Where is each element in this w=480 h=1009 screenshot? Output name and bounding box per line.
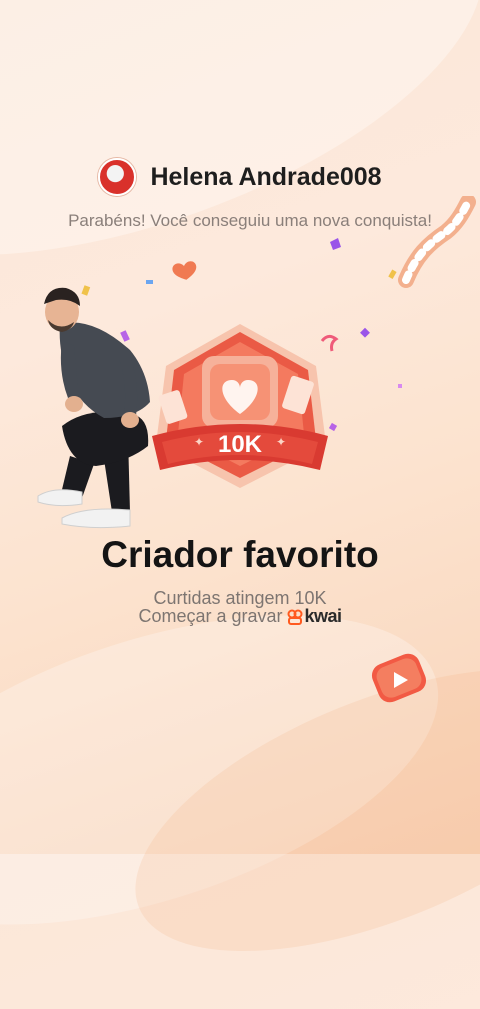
- svg-text:✦: ✦: [194, 435, 204, 449]
- kwai-logo-icon: kwai: [287, 606, 342, 627]
- kwai-brand: kwai: [304, 606, 343, 626]
- username: Helena Andrade008: [150, 162, 382, 191]
- kwai-logo-mark: [287, 609, 303, 625]
- user-header: Helena Andrade008: [0, 158, 480, 196]
- cta-text[interactable]: Começar a gravar: [138, 606, 282, 627]
- avatar[interactable]: [98, 158, 137, 196]
- badge-value: 10K: [218, 431, 263, 458]
- heart-badge-icon: ✦ ✦ 10K: [152, 324, 328, 488]
- congrats-message: Parabéns! Você conseguiu uma nova conqui…: [68, 211, 432, 230]
- cta-row[interactable]: Começar a gravar kwai: [0, 606, 480, 627]
- play-icon[interactable]: [368, 650, 432, 706]
- achievement-title: Criador favorito: [101, 534, 379, 575]
- svg-text:✦: ✦: [276, 435, 286, 449]
- dancer-sticker: [37, 287, 150, 529]
